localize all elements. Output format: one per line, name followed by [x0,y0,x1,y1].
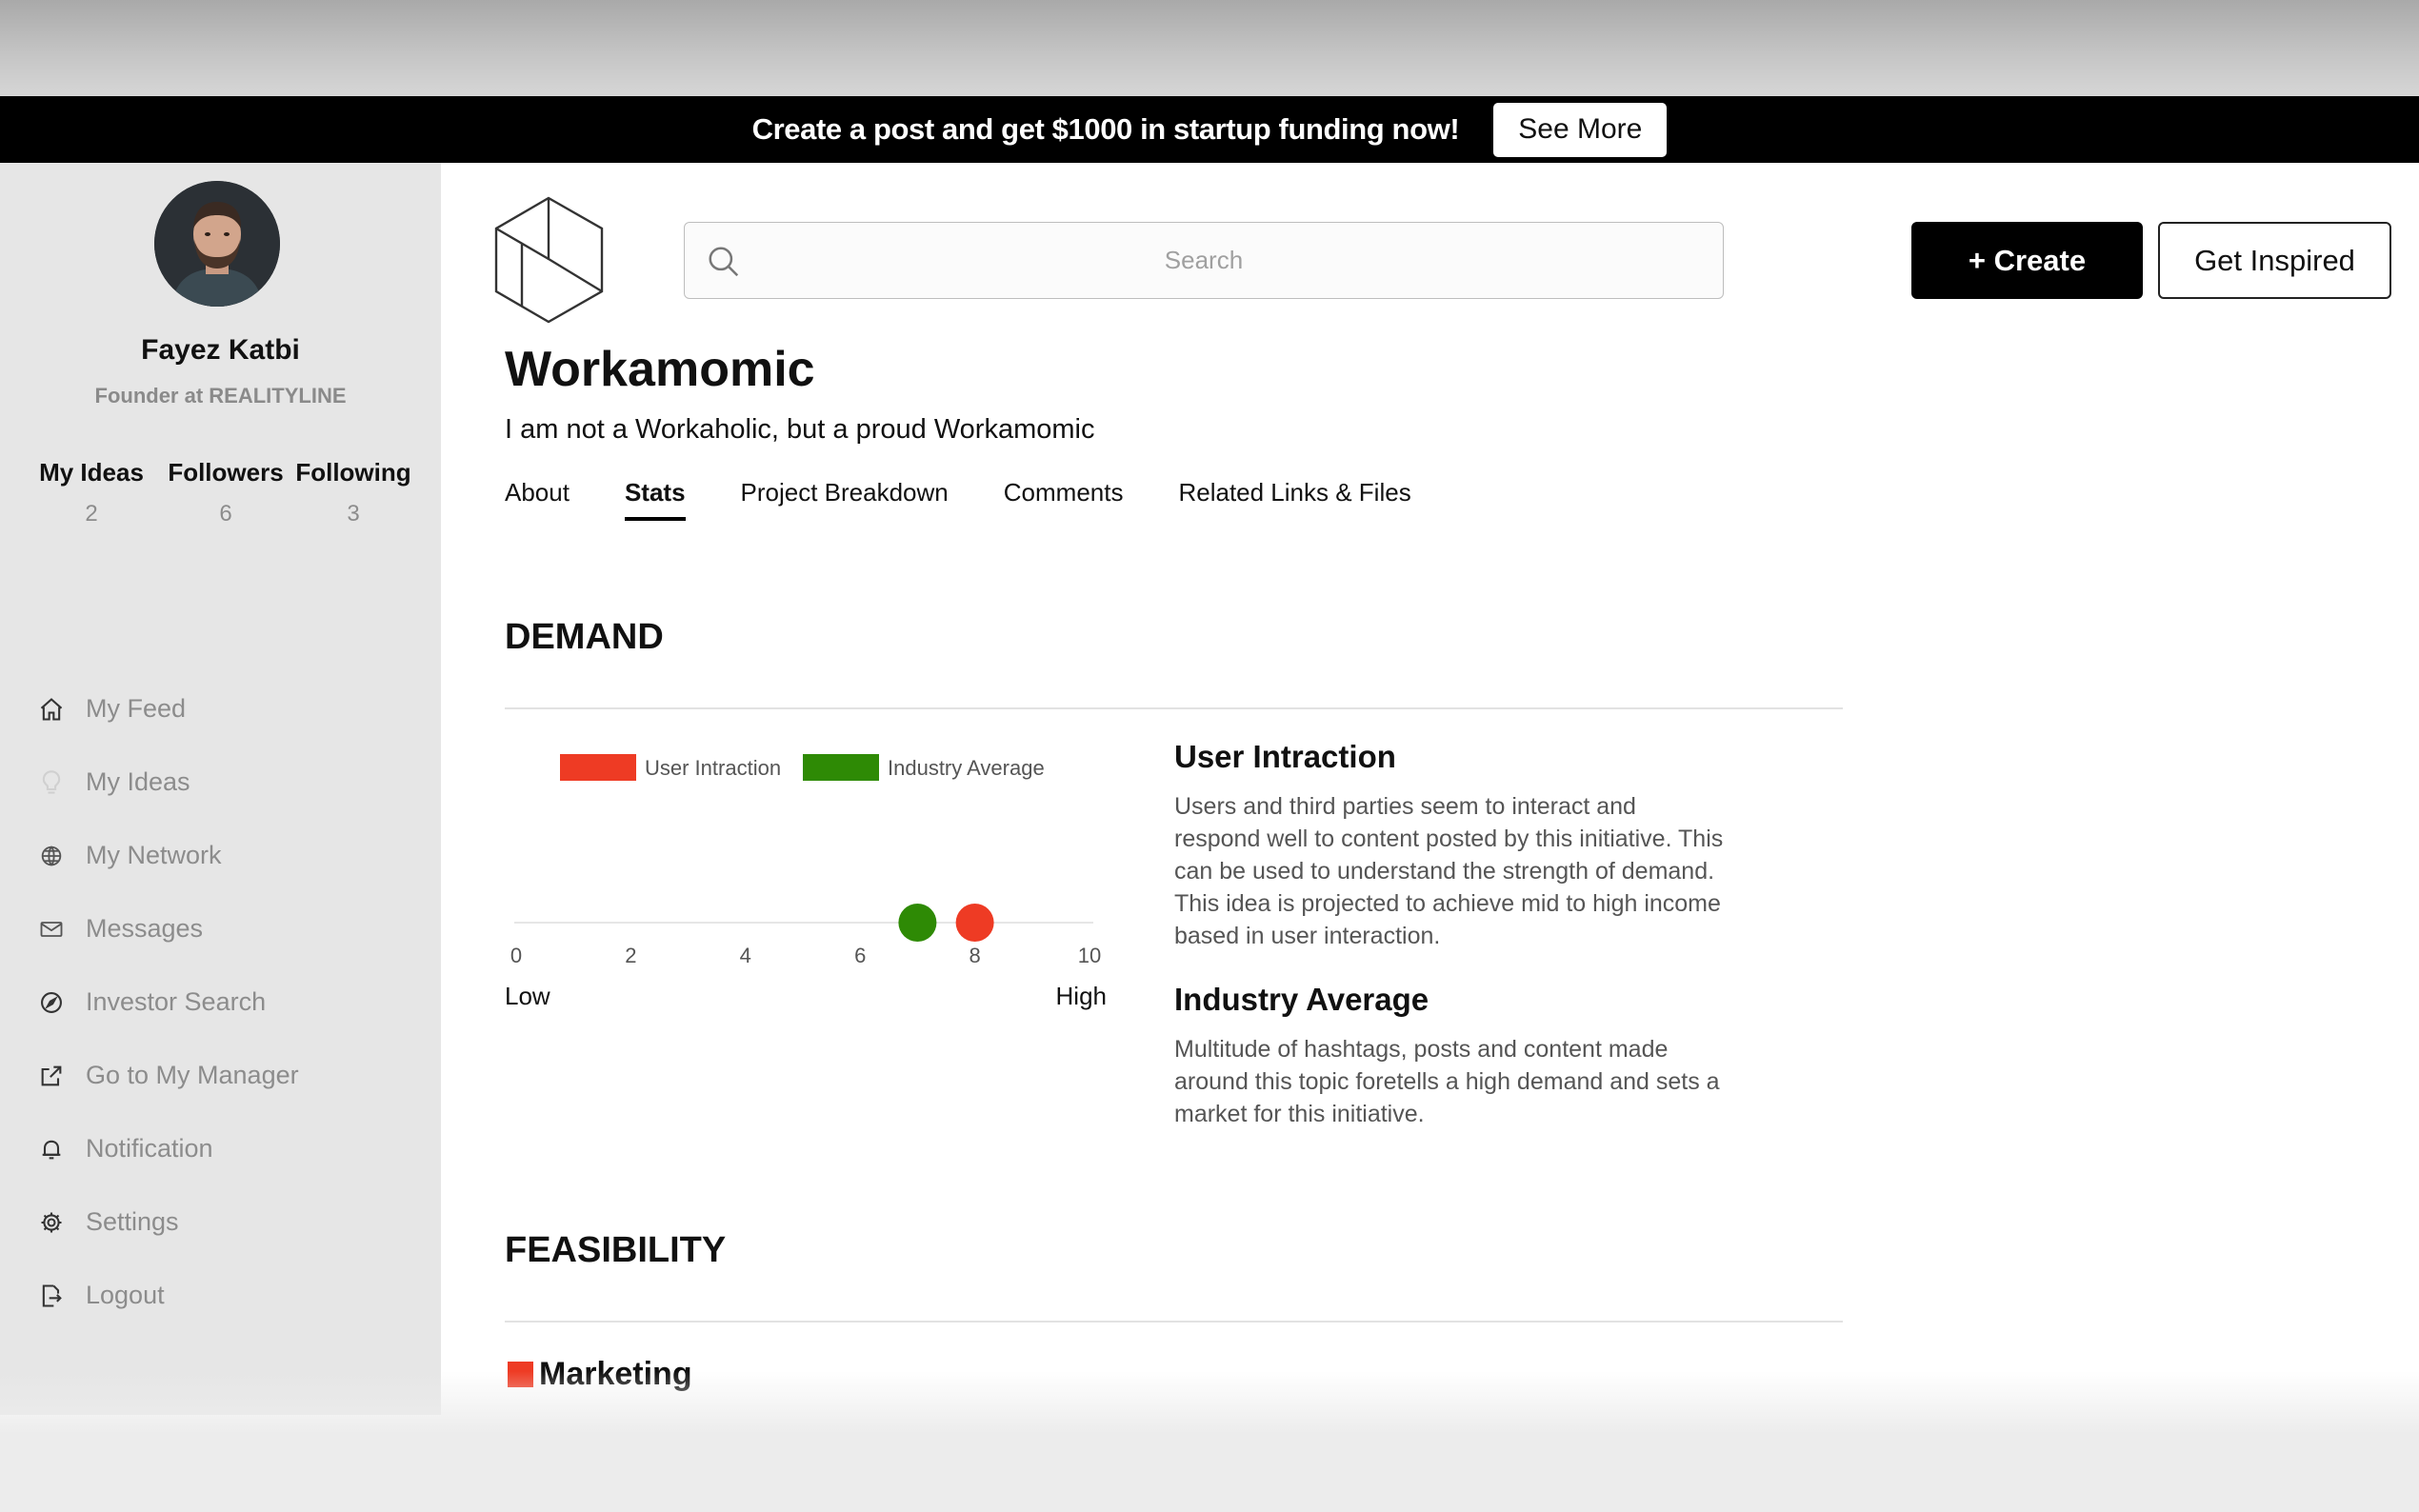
data-point-user-intraction[interactable] [955,904,994,942]
sidebar-item-my-feed[interactable]: My Feed [38,672,299,746]
demand-chart: User Intraction Industry Average 0 2 4 6 8 10… [493,733,1122,1019]
tick-label: 2 [625,944,636,967]
lightbulb-icon [38,768,76,797]
tick-label: 8 [969,944,980,967]
stat-following[interactable]: Following 3 [295,458,411,527]
profile-stats: My Ideas 2 Followers 6 Following 3 [38,458,411,527]
envelope-icon [38,915,76,944]
stat-label: Followers [168,458,284,487]
legend-label-industry-average: Industry Average [888,756,1045,780]
sidebar-item-logout[interactable]: Logout [38,1259,299,1332]
tick-label: 6 [854,944,866,967]
browser-top-area [0,0,2419,96]
user-interaction-title: User Intraction [1174,739,1396,774]
sidebar-item-label: Notification [86,1134,213,1163]
home-icon [38,695,76,724]
tab-related-links-files[interactable]: Related Links & Files [1178,478,1410,521]
sidebar-item-label: Messages [86,914,204,943]
sidebar-item-label: Investor Search [86,987,267,1016]
gear-icon [38,1208,76,1237]
stat-followers[interactable]: Followers 6 [159,458,292,527]
promo-banner-text: Create a post and get $1000 in startup f… [751,112,1460,146]
get-inspired-button[interactable]: Get Inspired [2158,222,2391,299]
create-button[interactable]: + Create [1911,222,2143,299]
sidebar-item-label: Settings [86,1207,179,1236]
stat-my-ideas[interactable]: My Ideas 2 [38,458,145,527]
tab-comments[interactable]: Comments [1004,478,1124,521]
user-interaction-text: Users and third parties seem to interact… [1174,793,1724,949]
sidebar-item-settings[interactable]: Settings [38,1185,299,1259]
sidebar-item-my-ideas[interactable]: My Ideas [38,746,299,819]
idea-tabs: About Stats Project Breakdown Comments R… [505,478,1411,521]
demand-section-title: DEMAND [505,617,664,657]
profile-role: Founder at REALITYLINE [94,384,347,408]
sidebar-item-investor-search[interactable]: Investor Search [38,965,299,1039]
search-bar [684,222,1724,299]
compass-icon [38,988,76,1017]
stat-value: 3 [347,501,360,527]
stat-label: Following [295,458,411,487]
feasibility-section-title: FEASIBILITY [505,1230,727,1270]
sidebar-item-go-to-my-manager[interactable]: Go to My Manager [38,1039,299,1112]
sidebar-item-notification[interactable]: Notification [38,1112,299,1185]
industry-average-text: Multitude of hashtags, posts and content… [1174,1036,1720,1127]
profile-name[interactable]: Fayez Katbi [0,334,441,367]
globe-icon [38,842,76,870]
demand-divider [505,707,1843,709]
data-point-industry-average[interactable] [898,904,937,942]
axis-high-label: High [1056,982,1107,1010]
search-input[interactable] [685,246,1723,275]
tab-about[interactable]: About [505,478,570,521]
app-logo[interactable] [493,196,605,324]
sidebar-item-messages[interactable]: Messages [38,892,299,965]
legend-label-user-interaction: User Intraction [645,756,781,780]
tab-project-breakdown[interactable]: Project Breakdown [741,478,949,521]
external-link-icon [38,1062,76,1090]
feasibility-divider [505,1321,1843,1323]
search-icon [709,247,739,277]
sidebar-nav: My Feed My Ideas My Network Messages Inv… [38,672,299,1332]
bottom-fade-overlay [0,1371,2419,1512]
axis-low-label: Low [505,982,550,1010]
legend-swatch-industry-average [803,754,879,781]
see-more-button[interactable]: See More [1493,102,1668,157]
idea-title: Workamomic [505,342,815,397]
industry-average-title: Industry Average [1174,982,1429,1017]
promo-banner: Create a post and get $1000 in startup f… [0,96,2419,163]
logout-icon [38,1282,76,1310]
sidebar-item-label: Go to My Manager [86,1061,299,1089]
stat-value: 6 [219,501,232,527]
idea-tagline: I am not a Workaholic, but a proud Worka… [505,414,1095,445]
sidebar: Fayez Katbi Founder at REALITYLINE My Id… [0,163,441,1415]
demand-chart-svg: User Intraction Industry Average 0 2 4 6 8 10… [505,754,1107,1010]
sidebar-item-my-network[interactable]: My Network [38,819,299,892]
chart-ticks: 0 2 4 6 8 10 [510,944,1101,967]
stat-label: My Ideas [39,458,144,487]
sidebar-item-label: Logout [86,1281,165,1309]
tick-label: 10 [1078,944,1101,967]
stat-value: 2 [85,501,98,527]
bell-icon [38,1135,76,1164]
sidebar-item-label: My Feed [86,694,187,723]
tick-label: 4 [740,944,751,967]
avatar[interactable] [154,181,280,307]
tab-stats[interactable]: Stats [624,478,686,521]
legend-swatch-user-interaction [560,754,636,781]
sidebar-item-label: My Network [86,841,222,869]
avatar-photo-icon [154,181,280,307]
tick-label: 0 [510,944,522,967]
sidebar-item-label: My Ideas [86,767,190,796]
